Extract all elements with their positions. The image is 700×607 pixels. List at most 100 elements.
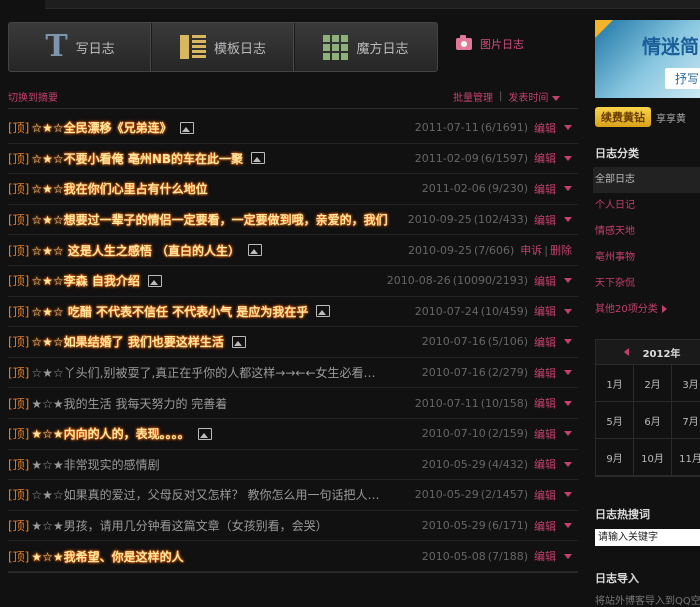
import-text: 将站外博客导入到QQ空 xyxy=(595,596,700,607)
post-action-link[interactable]: 编辑 xyxy=(534,212,556,228)
post-title-link[interactable]: ☆★☆ 吃醋 不代表不信任 不代表小气 是应为我在乎 xyxy=(31,303,308,320)
more-actions-icon[interactable] xyxy=(564,431,572,437)
month-cell[interactable]: 6月 xyxy=(634,402,672,439)
category-item[interactable]: 其他20项分类 xyxy=(595,297,700,323)
sort-post-time[interactable]: 发表时间 xyxy=(508,89,561,104)
post-action-link[interactable]: 编辑 xyxy=(534,395,556,411)
category-all[interactable]: 全部日志 xyxy=(593,167,700,193)
month-cell[interactable]: 10月 xyxy=(634,439,672,476)
promo-banner[interactable]: 情迷简 抒写 xyxy=(595,20,700,98)
post-title-link[interactable]: ☆★☆丫头们,别被耍了,真正在乎你的人都这样→→←←女生必看… xyxy=(31,364,375,381)
post-stats: (4/432) xyxy=(487,457,528,471)
renew-vip-button[interactable]: 续费黄钻 xyxy=(595,107,651,127)
month-cell[interactable]: 1月 xyxy=(596,365,634,402)
post-row: [顶] ☆★☆不要小看俺 亳州NB的车在此一聚 2011-02-09 (6/1597)… xyxy=(8,144,578,175)
post-date: 2010-07-24 xyxy=(414,304,479,318)
month-cell[interactable]: 9月 xyxy=(596,439,634,476)
post-title-link[interactable]: ☆★☆我在你们心里占有什么地位 xyxy=(31,180,207,197)
post-date: 2011-02-09 xyxy=(414,151,479,165)
import-title: 日志导入 xyxy=(595,572,639,585)
banner-button[interactable]: 抒写 xyxy=(665,68,700,89)
post-title-link[interactable]: ☆★☆如果结婚了 我们也要这样生活 xyxy=(31,333,223,350)
image-icon xyxy=(316,305,331,318)
post-action-link[interactable]: 编辑 xyxy=(534,365,556,381)
post-meta: 2010-07-11 (10/158) 编辑 xyxy=(415,395,572,411)
more-actions-icon[interactable] xyxy=(564,278,572,284)
post-action-link[interactable]: 编辑 xyxy=(534,487,556,503)
post-title-link[interactable]: ☆★☆想要过一辈子的情侣一定要看，一定要做到哦，亲爱的，我们 xyxy=(31,211,387,228)
post-action-link[interactable]: 编辑 xyxy=(534,518,556,534)
post-meta: 2010-05-29 (6/171) 编辑 xyxy=(422,518,572,534)
post-title-link[interactable]: ☆★☆不要小看俺 亳州NB的车在此一聚 xyxy=(31,150,243,167)
post-action-link[interactable]: 编辑 xyxy=(534,456,556,472)
more-actions-icon[interactable] xyxy=(564,461,572,467)
calendar-header: 2012年 xyxy=(596,340,700,365)
more-actions-icon[interactable] xyxy=(564,125,572,131)
category-item[interactable]: 天下杂侃 xyxy=(595,271,700,297)
post-stats: (10090/2193) xyxy=(452,274,528,288)
post-date: 2010-05-29 xyxy=(421,519,486,533)
post-title-link[interactable]: ★☆★男孩，请用几分钟看这篇文章（女孩别看，会哭） xyxy=(31,517,327,534)
post-stats: (2/159) xyxy=(487,427,528,441)
month-cell[interactable]: 11月 xyxy=(672,439,700,476)
post-title-link[interactable]: ★☆★内向的人的，表现。。。。 xyxy=(31,425,189,442)
batch-manage-link[interactable]: 批量管理 xyxy=(453,89,493,104)
template-blog-button[interactable]: 模板日志 xyxy=(152,23,295,71)
more-actions-icon[interactable] xyxy=(564,339,572,345)
photo-blog-link[interactable]: 图片日志 xyxy=(456,35,524,52)
post-title-link[interactable]: ☆★☆全民漂移《兄弟连》 xyxy=(31,119,171,136)
post-title-link[interactable]: ☆★☆ 这是人生之感悟 （直白的人生） xyxy=(31,242,240,259)
post-action-link[interactable]: 编辑 xyxy=(534,334,556,350)
more-actions-icon[interactable] xyxy=(564,217,572,223)
image-icon xyxy=(179,121,194,134)
category-item[interactable]: 个人日记 xyxy=(595,193,700,219)
month-cell[interactable]: 2月 xyxy=(634,365,672,402)
post-title-link[interactable]: ★☆★我希望、你是这样的人 xyxy=(31,548,183,565)
text-t-icon: T xyxy=(45,29,68,64)
post-meta: 2011-02-09 (6/1597) 编辑 xyxy=(415,150,572,166)
more-actions-icon[interactable] xyxy=(564,400,572,406)
month-cell[interactable]: 3月 xyxy=(672,365,700,402)
more-actions-icon[interactable] xyxy=(564,155,572,161)
post-title-link[interactable]: ☆★☆李森 自我介绍 xyxy=(31,272,139,289)
category-item[interactable]: 亳州事物 xyxy=(595,245,700,271)
more-actions-icon[interactable] xyxy=(564,492,572,498)
month-cell[interactable]: 5月 xyxy=(596,402,634,439)
write-blog-button[interactable]: T 写日志 xyxy=(9,23,152,71)
post-title-link[interactable]: ☆★☆如果真的爱过，父母反对又怎样？ 教你怎么用一句话把人… xyxy=(31,486,379,503)
prev-year-icon[interactable] xyxy=(623,348,629,356)
pinned-tag: [顶] xyxy=(8,457,30,472)
image-icon xyxy=(147,274,162,287)
post-title-link[interactable]: ★☆★我的生活 我每天努力的 完善着 xyxy=(31,395,227,412)
categories-title: 日志分类 xyxy=(595,147,639,160)
top-bar xyxy=(45,0,700,9)
post-date: 2010-05-29 xyxy=(414,488,479,502)
post-meta: 2010-05-08 (7/188) 编辑 xyxy=(422,548,572,564)
post-action-link[interactable]: 编辑 xyxy=(534,120,556,136)
more-actions-icon[interactable] xyxy=(564,370,572,376)
category-list: 全部日志 个人日记 情感天地 亳州事物 天下杂侃 其他20项分类 xyxy=(593,167,700,323)
month-cell[interactable]: 7月 xyxy=(672,402,700,439)
more-actions-icon[interactable] xyxy=(564,523,572,529)
post-action-link[interactable]: 编辑 xyxy=(534,303,556,319)
post-action-link[interactable]: 删除 xyxy=(550,242,572,258)
magic-blog-button[interactable]: 魔方日志 xyxy=(295,23,437,71)
post-stats: (102/433) xyxy=(473,213,528,227)
more-actions-icon[interactable] xyxy=(564,553,572,559)
blog-search-input[interactable]: 请输入关键字 xyxy=(595,529,700,546)
post-action-link[interactable]: 编辑 xyxy=(534,273,556,289)
post-action-link[interactable]: 编辑 xyxy=(534,150,556,166)
post-action-link[interactable]: 编辑 xyxy=(534,181,556,197)
post-stats: (6/171) xyxy=(487,519,528,533)
post-action-link[interactable]: 编辑 xyxy=(534,548,556,564)
post-title-link[interactable]: ★☆★非常现实的感情剧 xyxy=(31,456,159,473)
vip-row: 续费黄钻 享享黄 xyxy=(595,107,700,127)
post-action-link[interactable]: 编辑 xyxy=(534,426,556,442)
post-action-link[interactable]: 申诉 xyxy=(520,242,542,258)
more-actions-icon[interactable] xyxy=(564,186,572,192)
post-row: [顶] ☆★☆我在你们心里占有什么地位 2011-02-06 (9/230) 编辑 xyxy=(8,174,578,205)
month-grid: 1月 2月 3月 5月 6月 7月 9月 10月 11月 xyxy=(596,365,700,476)
toggle-summary-link[interactable]: 切换到摘要 xyxy=(8,89,58,104)
more-actions-icon[interactable] xyxy=(564,308,572,314)
category-item[interactable]: 情感天地 xyxy=(595,219,700,245)
